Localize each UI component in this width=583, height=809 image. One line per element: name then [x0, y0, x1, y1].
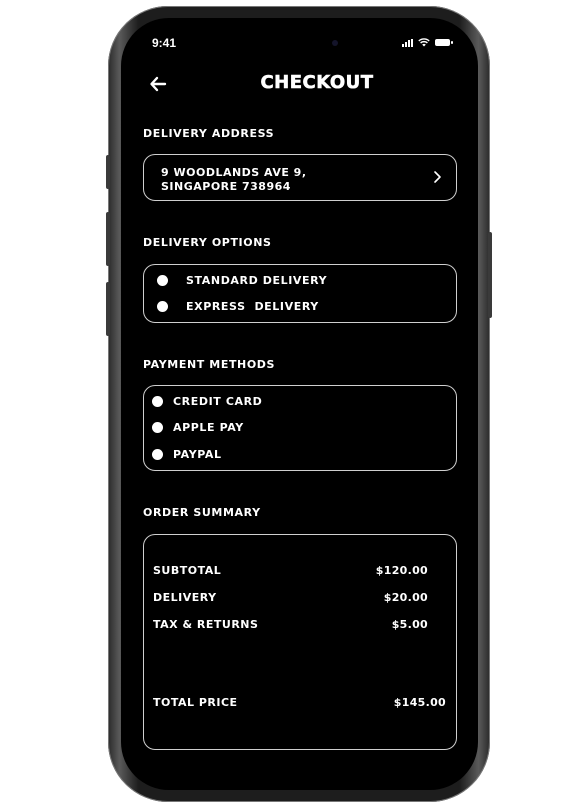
- order-summary-box: SUBTOTAL $120.00 DELIVERY $20.00 TAX & R…: [143, 534, 457, 750]
- address-line-1: 9 WOODLANDS AVE 9,: [161, 166, 307, 179]
- volume-down-button: [106, 282, 110, 336]
- delivery-options-label: DELIVERY OPTIONS: [143, 236, 272, 249]
- signal-icon: [402, 38, 413, 47]
- payment-option-apple-pay[interactable]: APPLE PAY: [152, 421, 244, 434]
- summary-row-label: SUBTOTAL: [153, 564, 222, 577]
- summary-row-value: $20.00: [383, 591, 428, 604]
- total-price-value: $145.00: [393, 696, 446, 709]
- front-camera: [332, 40, 338, 46]
- delivery-address-selector[interactable]: 9 WOODLANDS AVE 9, SINGAPORE 738964: [143, 154, 457, 201]
- summary-row-label: DELIVERY: [153, 591, 217, 604]
- payment-option-label: CREDIT CARD: [173, 395, 263, 408]
- delivery-option-label: EXPRESS DELIVERY: [186, 300, 319, 313]
- action-button: [106, 155, 110, 189]
- payment-methods-label: PAYMENT METHODS: [143, 358, 276, 371]
- power-button: [488, 232, 492, 318]
- delivery-option-label: STANDARD DELIVERY: [186, 274, 328, 287]
- payment-option-label: PAYPAL: [173, 448, 222, 461]
- radio-button[interactable]: [157, 301, 168, 312]
- payment-methods-group: CREDIT CARD APPLE PAY PAYPAL: [143, 385, 457, 471]
- payment-option-paypal[interactable]: PAYPAL: [152, 448, 222, 461]
- payment-option-label: APPLE PAY: [173, 421, 244, 434]
- radio-button[interactable]: [157, 275, 168, 286]
- summary-row-value: $120.00: [375, 564, 428, 577]
- radio-button[interactable]: [152, 396, 163, 407]
- address-text: 9 WOODLANDS AVE 9, SINGAPORE 738964: [161, 166, 307, 194]
- payment-option-credit-card[interactable]: CREDIT CARD: [152, 395, 262, 408]
- order-summary-label: ORDER SUMMARY: [143, 506, 261, 519]
- status-time: 9:41: [152, 36, 177, 50]
- wifi-icon: [418, 38, 430, 47]
- page-title: CHECKOUT: [260, 72, 374, 94]
- chevron-right-icon: [434, 171, 441, 183]
- summary-row-label: TAX & RETURNS: [153, 618, 259, 631]
- delivery-address-label: DELIVERY ADDRESS: [143, 127, 275, 140]
- radio-button[interactable]: [152, 449, 163, 460]
- summary-row-value: $5.00: [391, 618, 428, 631]
- volume-up-button: [106, 212, 110, 266]
- battery-icon: [435, 39, 453, 46]
- delivery-options-group: STANDARD DELIVERY EXPRESS DELIVERY: [143, 264, 457, 323]
- delivery-option-standard[interactable]: STANDARD DELIVERY: [157, 274, 327, 287]
- delivery-option-express[interactable]: EXPRESS DELIVERY: [157, 300, 319, 313]
- total-price-label: TOTAL PRICE: [153, 696, 238, 709]
- radio-button[interactable]: [152, 422, 163, 433]
- status-icons: [402, 38, 453, 47]
- app-screen: 9:41 CHECKOUT DELIVERY ADDRESS 9 WOODLAN…: [121, 18, 478, 790]
- address-line-2: SINGAPORE 738964: [161, 180, 291, 193]
